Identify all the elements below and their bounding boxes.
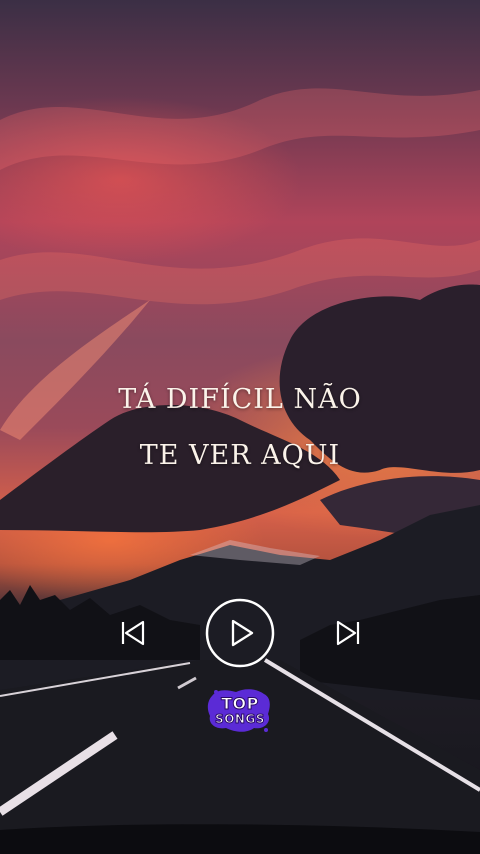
skip-previous-icon xyxy=(121,620,145,646)
play-button[interactable] xyxy=(205,598,275,668)
next-button[interactable] xyxy=(331,616,365,650)
logo-text-top: TOP xyxy=(221,693,259,713)
play-icon xyxy=(205,598,275,668)
previous-button[interactable] xyxy=(116,616,150,650)
video-frame: TÁ DIFÍCIL NÃO TE VER AQUI TOP SONGS xyxy=(0,0,480,854)
skip-next-icon xyxy=(336,620,360,646)
lyrics-line-2: TE VER AQUI xyxy=(139,440,341,471)
lyrics-line-1: TÁ DIFÍCIL NÃO xyxy=(118,384,362,415)
logo-text-songs: SONGS xyxy=(215,711,265,726)
top-songs-logo: TOP SONGS xyxy=(206,686,274,734)
